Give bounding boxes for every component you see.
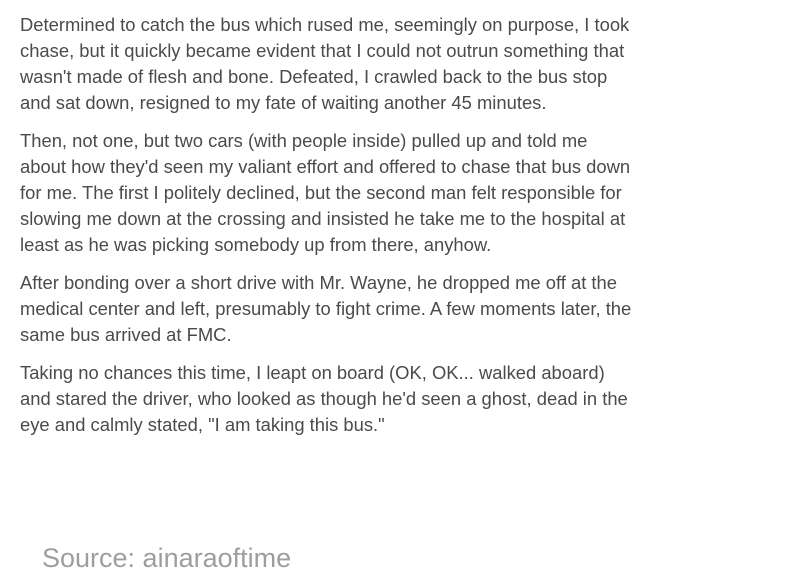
paragraph-4: Taking no chances this time, I leapt on … (20, 360, 780, 438)
paragraph-1: Determined to catch the bus which rused … (20, 12, 780, 116)
paragraph-3: After bonding over a short drive with Mr… (20, 270, 780, 348)
text-line: for me. The first I politely declined, b… (20, 182, 622, 203)
text-line: medical center and left, presumably to f… (20, 298, 632, 319)
text-line: least as he was picking somebody up from… (20, 234, 492, 255)
text-line: chase, but it quickly became evident tha… (20, 40, 625, 61)
paragraph-2: Then, not one, but two cars (with people… (20, 128, 780, 258)
text-line: Then, not one, but two cars (with people… (20, 130, 588, 151)
source-attribution: Source: ainaraoftime (42, 543, 292, 573)
text-line: Determined to catch the bus which rused … (20, 14, 630, 35)
text-line: same bus arrived at FMC. (20, 324, 232, 345)
post-body: Determined to catch the bus which rused … (0, 0, 800, 587)
text-line: and sat down, resigned to my fate of wai… (20, 92, 547, 113)
text-line: Taking no chances this time, I leapt on … (20, 362, 605, 383)
text-line: and stared the driver, who looked as tho… (20, 388, 628, 409)
text-line: slowing me down at the crossing and insi… (20, 208, 626, 229)
text-line: After bonding over a short drive with Mr… (20, 272, 617, 293)
text-line: eye and calmly stated, "I am taking this… (20, 414, 385, 435)
text-line: wasn't made of flesh and bone. Defeated,… (20, 66, 608, 87)
text-line: about how they'd seen my valiant effort … (20, 156, 631, 177)
